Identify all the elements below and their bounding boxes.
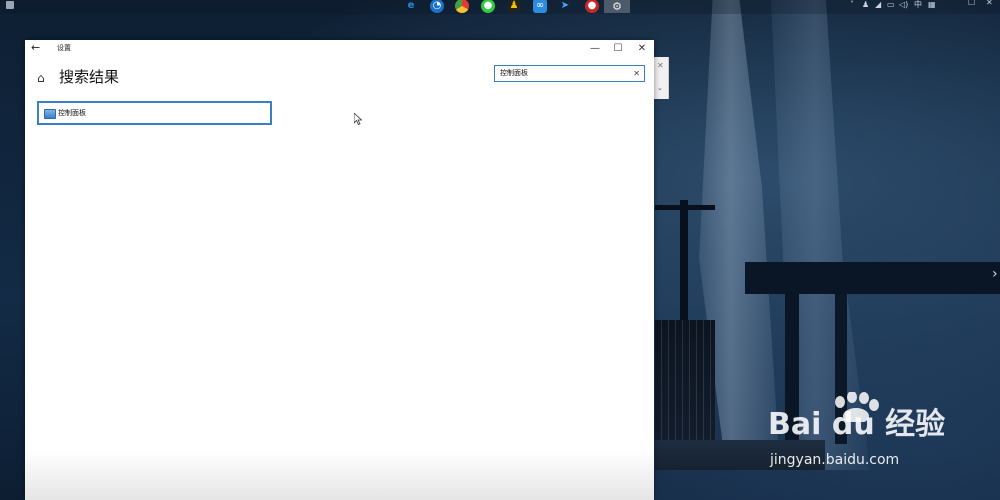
- title-bar: ← 设置 — ☐ ✕: [25, 40, 654, 57]
- back-button[interactable]: ←: [31, 41, 40, 55]
- host-maximize-icon[interactable]: ☐: [968, 0, 975, 10]
- window-bottom-fade: [25, 450, 654, 500]
- background-chevron-icon[interactable]: ⌄: [657, 84, 663, 92]
- minimize-button[interactable]: —: [583, 40, 607, 57]
- search-clear-icon[interactable]: ✕: [633, 67, 640, 80]
- search-input-value[interactable]: 控制面板: [500, 68, 528, 79]
- notification-icon[interactable]: ▦: [928, 0, 936, 12]
- search-result-label: 控制面板: [58, 109, 86, 117]
- window-title: 设置: [57, 44, 71, 52]
- tray-app-icon[interactable]: ♟: [862, 0, 869, 12]
- settings-icon[interactable]: ⚙: [604, 0, 630, 13]
- baidu-netdisk-icon[interactable]: ∞: [533, 0, 547, 13]
- wifi-icon[interactable]: ◢: [875, 0, 881, 12]
- taskbar: e ◔ ● ♟ ∞ ➤ ● ⚙ ˅ ♟ ◢ ▭ ◁) 中 ▦ ☐ ✕: [0, 0, 1000, 14]
- background-close-icon[interactable]: ✕: [657, 61, 664, 70]
- recorder-icon[interactable]: ●: [585, 0, 599, 13]
- settings-window: ← 设置 — ☐ ✕ ⌂ 搜索结果 控制面板 ✕ 控制面板: [25, 40, 654, 500]
- mouse-cursor-icon: [353, 110, 363, 129]
- wechat-icon[interactable]: ●: [481, 0, 495, 13]
- search-input[interactable]: 控制面板 ✕: [494, 65, 645, 82]
- home-icon[interactable]: ⌂: [37, 70, 45, 86]
- search-result-control-panel[interactable]: 控制面板: [37, 101, 272, 125]
- tencent-icon[interactable]: ◔: [430, 0, 444, 13]
- watermark-brand: Bai du 经验: [768, 407, 946, 442]
- host-close-icon[interactable]: ✕: [986, 0, 993, 10]
- watermark-url: jingyan.baidu.com: [770, 452, 900, 468]
- recycle-bin-icon[interactable]: [6, 1, 14, 9]
- close-button[interactable]: ✕: [630, 40, 654, 57]
- wallpaper-city: [655, 320, 715, 440]
- edge-icon[interactable]: e: [404, 0, 418, 13]
- maximize-button[interactable]: ☐: [606, 40, 630, 57]
- feishu-icon[interactable]: ➤: [558, 0, 572, 13]
- qq-icon[interactable]: ♟: [507, 0, 521, 13]
- page-title: 搜索结果: [59, 68, 120, 86]
- baidu-jingyan-watermark: Bai du 经验 jingyan.baidu.com: [768, 392, 998, 482]
- battery-icon[interactable]: ▭: [887, 0, 895, 12]
- volume-icon[interactable]: ◁): [899, 0, 908, 12]
- control-panel-icon: [44, 109, 56, 119]
- ime-indicator[interactable]: 中: [914, 0, 922, 12]
- chrome-icon[interactable]: [455, 0, 469, 13]
- wallpaper-table: [745, 262, 1000, 294]
- tray-chevron-icon[interactable]: ˅: [850, 0, 854, 12]
- wallpaper-window-frame-horizontal: [655, 205, 715, 210]
- right-edge-chevron-icon[interactable]: ›: [992, 266, 998, 282]
